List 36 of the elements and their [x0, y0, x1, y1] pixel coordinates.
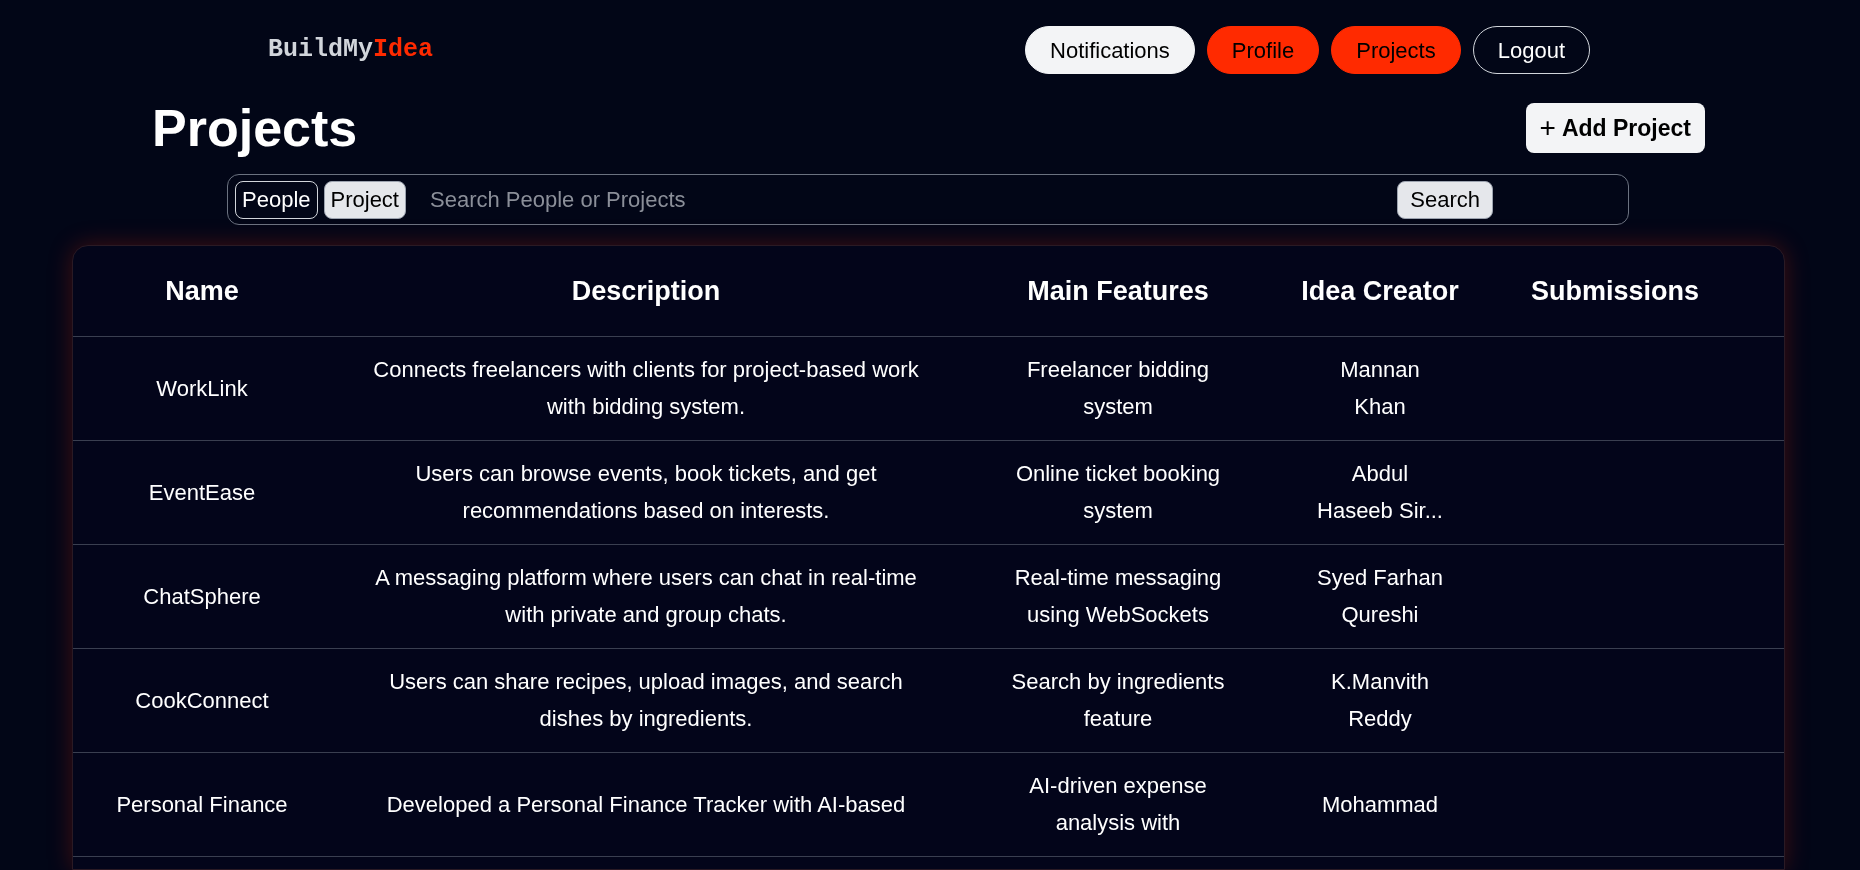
column-header: Idea Creator — [1301, 275, 1459, 306]
table-cell: Online ticket booking system — [1015, 461, 1221, 523]
add-project-button[interactable]: + Add Project — [1525, 103, 1705, 153]
table-cell: A messaging platform where users can chat in real-time with private and group chats. — [375, 565, 917, 627]
nav-button[interactable]: Projects — [1331, 26, 1461, 74]
table-cell: Users can browse events, book tickets, and get recommendations based on interests. — [415, 461, 877, 523]
table-cell: Personal Finance — [116, 791, 288, 817]
table-cell: Users can share recipes, upload images, and search dishes by ingredients. — [389, 669, 903, 731]
table-cell: Real-time messaging using WebSockets — [1014, 565, 1222, 627]
table-cell: Mannan Khan — [1340, 357, 1420, 419]
table-cell: EventEase — [148, 479, 256, 505]
search-button[interactable]: Search — [1397, 180, 1493, 219]
column-header: Description — [571, 275, 721, 306]
table-cell: Mohammad — [1321, 791, 1439, 817]
search-bar[interactable]: People Project Search People or Projects Search — [227, 174, 1629, 225]
table-cell: CookConnect — [135, 687, 269, 713]
column-header: Name — [165, 275, 239, 306]
table-cell: Syed Farhan Qureshi — [1317, 565, 1443, 627]
column-header: Main Features — [1027, 275, 1209, 306]
logo: BuildMyIdea — [268, 34, 434, 67]
table-cell: Abdul Haseeb Sir... — [1317, 461, 1443, 523]
table-cell: Developed a Personal Finance Tracker with AI-based — [386, 791, 906, 817]
nav-button[interactable]: Notifications — [1025, 26, 1195, 74]
table-cell: AI-driven expense analysis with — [1029, 773, 1207, 835]
search-field[interactable]: Search People or Projects — [430, 183, 1398, 216]
nav-button[interactable]: Profile — [1206, 26, 1320, 74]
table-cell: Connects freelancers with clients for project-based work with bidding system. — [373, 357, 919, 419]
column-header: Submissions — [1530, 275, 1699, 306]
table-cell: WorkLink — [156, 375, 248, 401]
page-title: Projects — [152, 98, 358, 159]
table-cell: ChatSphere — [143, 583, 261, 609]
table-cell: K.Manvith Reddy — [1331, 669, 1429, 731]
search-toggle[interactable]: People — [235, 180, 318, 219]
table-cell: Search by ingredients feature — [1011, 669, 1225, 731]
table-cell: Freelancer bidding system — [1026, 357, 1210, 419]
search-toggle[interactable]: Project — [323, 180, 406, 219]
